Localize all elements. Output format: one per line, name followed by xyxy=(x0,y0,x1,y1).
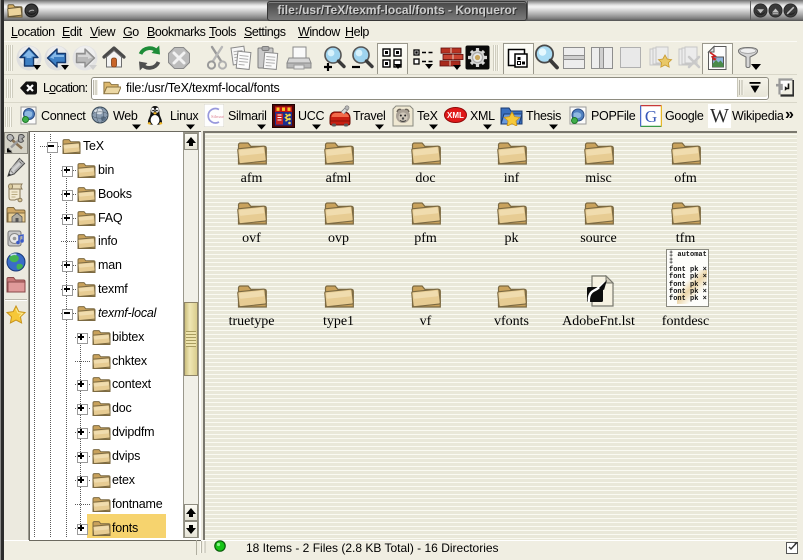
svg-text:W: W xyxy=(710,105,729,127)
svg-text:Silmaril: Silmaril xyxy=(211,114,224,119)
svg-text:G: G xyxy=(645,107,657,126)
svg-text:XML: XML xyxy=(447,111,464,120)
